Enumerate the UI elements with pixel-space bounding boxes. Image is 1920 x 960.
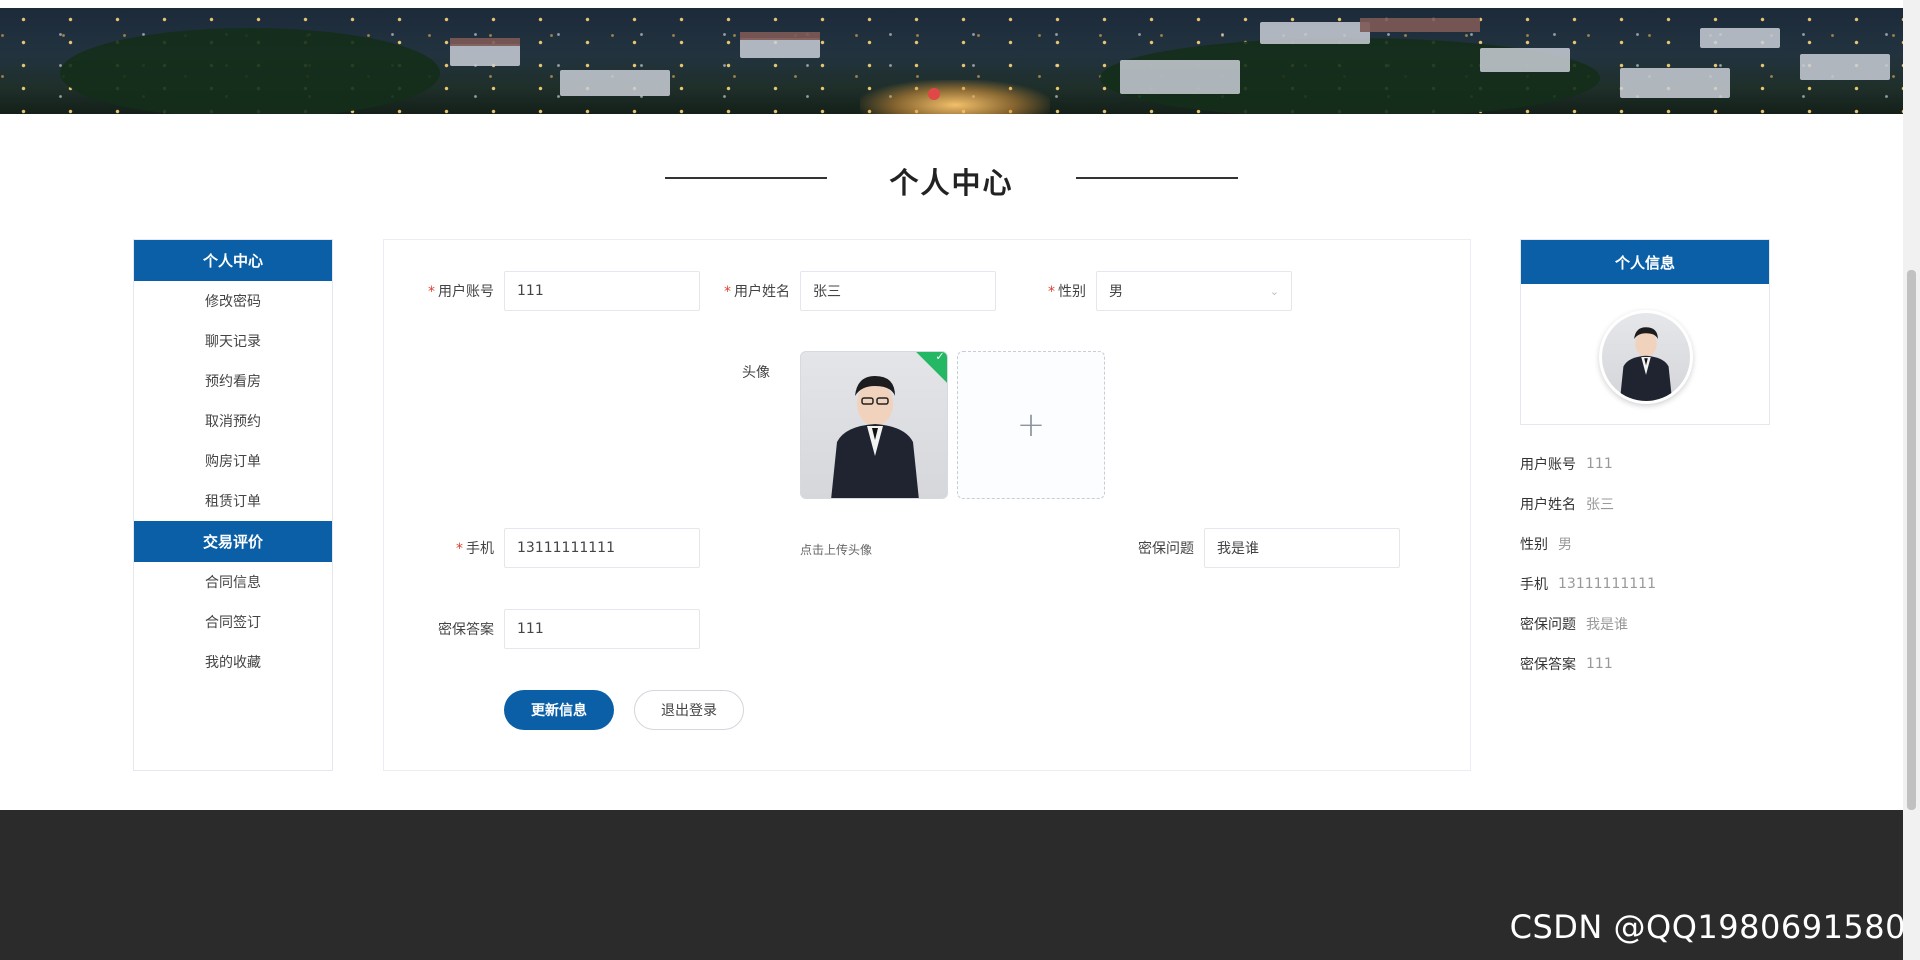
sidebar-item-change-password[interactable]: 修改密码 [134, 281, 332, 321]
profile-row-gender: 性别男 [1520, 537, 1572, 553]
map-pin-dot [928, 88, 940, 100]
hero-banner-image [0, 0, 1903, 114]
check-icon: ✓ [935, 351, 945, 364]
phone-field: * 手机 13111111111 [414, 528, 700, 568]
page-title: 个人中心 [889, 166, 1014, 200]
sidebar-header-personal-center[interactable]: 个人中心 [134, 240, 332, 281]
avatar-preview[interactable]: ✓ [800, 351, 948, 499]
upload-tip: 点击上传头像 [800, 543, 873, 557]
sidebar-item-my-favorites[interactable]: 我的收藏 [134, 642, 332, 682]
security-question-input[interactable]: 我是谁 [1204, 528, 1400, 568]
avatar [1599, 310, 1693, 404]
title-line-right [1076, 177, 1238, 179]
profile-form: * 用户账号 111 * 用户姓名 张三 * 性别 男 ⌄ 头像 ✓ + * 手机 13… [383, 239, 1471, 771]
profile-card: 个人信息 [1520, 239, 1770, 425]
phone-label: 手机 [466, 541, 494, 557]
phone-input[interactable]: 13111111111 [504, 528, 700, 568]
account-label: 用户账号 [438, 284, 494, 300]
security-question-label: 密保问题 [1138, 541, 1194, 557]
profile-info-list: 用户账号 111 用户姓名 张三 性别男 手机 13111111111 密保问题 我是谁… [1520, 444, 1656, 684]
profile-card-title: 个人信息 [1521, 240, 1769, 284]
update-info-button[interactable]: 更新信息 [504, 690, 614, 730]
avatar-label-wrap: 头像 [740, 362, 780, 382]
plus-icon: + [1016, 405, 1046, 445]
account-input[interactable]: 111 [504, 271, 700, 311]
gender-label: 性别 [1058, 284, 1086, 300]
gender-field: * 性别 男 ⌄ [1020, 271, 1292, 311]
security-answer-field: 密保答案 111 [414, 609, 700, 649]
sidebar-item-contract-info[interactable]: 合同信息 [134, 562, 332, 602]
gender-select[interactable]: 男 ⌄ [1096, 271, 1292, 311]
name-field: * 用户姓名 张三 [704, 271, 996, 311]
avatar-label: 头像 [742, 365, 770, 381]
sidebar-header-trade-review[interactable]: 交易评价 [134, 521, 332, 562]
name-input[interactable]: 张三 [800, 271, 996, 311]
sidebar-item-purchase-orders[interactable]: 购房订单 [134, 441, 332, 481]
scrollbar-thumb[interactable] [1907, 270, 1916, 810]
profile-row-question: 密保问题 我是谁 [1520, 617, 1628, 633]
name-label: 用户姓名 [734, 284, 790, 300]
avatar-upload-button[interactable]: + [957, 351, 1105, 499]
sidebar-item-contract-signing[interactable]: 合同签订 [134, 602, 332, 642]
security-question-field: 密保问题 我是谁 [1104, 528, 1400, 568]
account-field: * 用户账号 111 [414, 271, 700, 311]
page-scrollbar[interactable] [1903, 0, 1920, 960]
profile-row-name: 用户姓名 张三 [1520, 497, 1614, 513]
security-answer-input[interactable]: 111 [504, 609, 700, 649]
sidebar-item-cancel-booking[interactable]: 取消预约 [134, 401, 332, 441]
logout-button[interactable]: 退出登录 [634, 690, 744, 730]
person-photo-icon [831, 376, 919, 498]
person-avatar-icon [1619, 327, 1673, 401]
security-answer-label: 密保答案 [438, 622, 494, 638]
profile-row-account: 用户账号 111 [1520, 456, 1613, 473]
sidebar-item-rental-orders[interactable]: 租赁订单 [134, 481, 332, 521]
gender-select-value: 男 [1109, 284, 1123, 300]
profile-row-answer: 密保答案 111 [1520, 656, 1613, 673]
profile-row-phone: 手机 13111111111 [1520, 576, 1656, 593]
chevron-down-icon: ⌄ [1269, 284, 1279, 298]
sidebar-item-chat-history[interactable]: 聊天记录 [134, 321, 332, 361]
sidebar-item-book-viewing[interactable]: 预约看房 [134, 361, 332, 401]
watermark: CSDN @QQ1980691580 [1509, 908, 1906, 946]
sidebar-nav: 个人中心 修改密码 聊天记录 预约看房 取消预约 购房订单 租赁订单 交易评价 … [133, 239, 333, 771]
